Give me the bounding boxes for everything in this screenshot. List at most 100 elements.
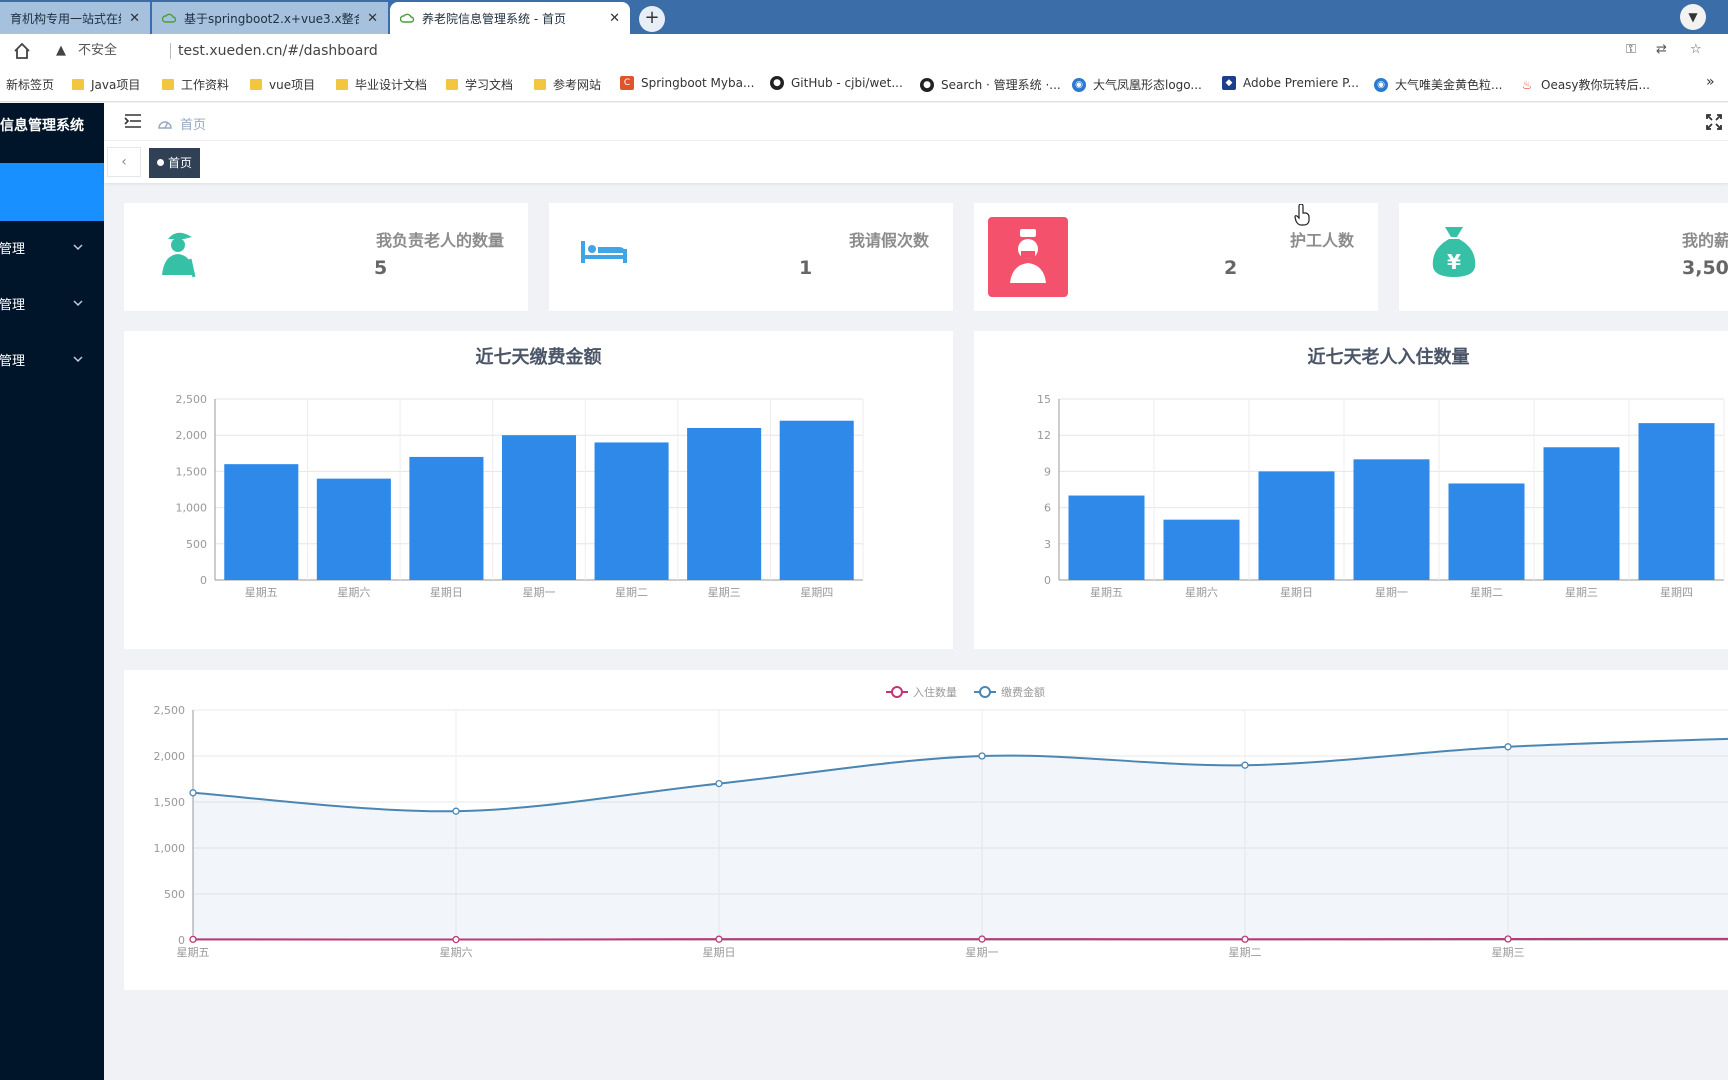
folder-icon — [162, 79, 174, 90]
bar — [224, 464, 299, 580]
bookmark-label: Oeasy教你玩转后... — [1541, 78, 1650, 92]
address-bar: ▲ 不安全 test.xueden.cn/#/dashboard ⚿ ⇄ ☆ — [0, 34, 1728, 68]
bookmark-item[interactable]: ● Search · 管理系统 ·... — [920, 76, 1061, 93]
bar — [501, 435, 577, 580]
y-tick-label: 1,000 — [154, 842, 186, 855]
browser-tab-strip: 育机构专用一站式在线 ✕ 基于springboot2.x+vue3.x整合 ✕ … — [0, 0, 1728, 34]
series-point — [1504, 743, 1512, 751]
x-tick-label: 星期三 — [1492, 946, 1525, 959]
bookmark-item[interactable]: ♨ Oeasy教你玩转后... — [1520, 76, 1650, 93]
browser-tab[interactable]: 基于springboot2.x+vue3.x整合 ✕ — [152, 2, 388, 34]
bookmarks-overflow-button[interactable]: » — [1706, 74, 1715, 90]
x-tick-label: 星期日 — [430, 586, 463, 599]
stat-value: 2 — [1224, 257, 1238, 279]
bar — [1448, 483, 1525, 580]
bookmark-label: Springboot Myba... — [641, 76, 755, 90]
sidebar-item-label: 资管理 — [0, 353, 26, 369]
key-icon[interactable]: ⚿ — [1626, 42, 1636, 57]
svg-text:¥: ¥ — [1447, 250, 1461, 274]
stat-label: 护工人数 — [1289, 231, 1354, 250]
divider — [170, 43, 171, 59]
folder-icon — [250, 79, 262, 90]
bookmark-label: Search · 管理系统 ·... — [941, 78, 1061, 92]
stat-card-elders[interactable]: 我负责老人的数量 5 — [124, 203, 528, 311]
x-tick-label: 星期五 — [245, 586, 278, 599]
bookmark-item[interactable]: 新标签页 — [6, 76, 54, 93]
browser-tab-active[interactable]: 养老院信息管理系统 - 首页 ✕ — [390, 2, 630, 34]
new-tab-button[interactable]: + — [639, 6, 665, 32]
x-tick-label: 星期六 — [440, 946, 473, 959]
y-tick-label: 2,000 — [154, 750, 186, 763]
bar — [687, 427, 762, 580]
fullscreen-icon[interactable] — [1706, 114, 1722, 130]
bookmark-label: Java项目 — [91, 78, 141, 92]
x-tick-label: 星期日 — [703, 946, 736, 959]
bookmark-label: 新标签页 — [6, 78, 55, 92]
x-tick-label: 星期二 — [1470, 586, 1503, 599]
chevron-down-icon — [73, 244, 83, 251]
tags-scroll-left-button[interactable]: ‹ — [107, 147, 141, 177]
profile-chevron-icon[interactable]: ▼ — [1680, 4, 1706, 30]
folder-icon — [336, 79, 348, 90]
github-icon: ● — [770, 76, 784, 90]
stat-card-nurses[interactable]: 护工人数 2 — [974, 203, 1378, 311]
x-tick-label: 星期五 — [1090, 586, 1123, 599]
close-icon[interactable]: ✕ — [609, 11, 620, 26]
bookmark-item[interactable]: ● GitHub - cjbi/wet... — [770, 76, 903, 90]
star-icon[interactable]: ☆ — [1690, 42, 1702, 57]
bookmark-folder[interactable]: vue项目 — [250, 76, 315, 93]
x-tick-label: 星期三 — [1565, 586, 1598, 599]
sidebar-item-label: 息管理 — [0, 297, 26, 313]
bookmark-folder[interactable]: 参考网站 — [534, 76, 601, 93]
stat-value: 1 — [799, 257, 813, 279]
sidebar-item-dashboard[interactable] — [0, 163, 104, 221]
close-icon[interactable]: ✕ — [129, 11, 140, 26]
url-field[interactable]: ▲ 不安全 test.xueden.cn/#/dashboard — [48, 37, 1718, 65]
x-tick-label: 星期四 — [800, 586, 833, 599]
sidebar-item-info[interactable]: 息管理 — [0, 235, 104, 259]
x-tick-label: 星期四 — [1660, 586, 1693, 599]
bookmark-item[interactable]: ◉ 大气凤凰形态logo... — [1072, 76, 1202, 93]
menu-fold-icon[interactable] — [124, 113, 142, 129]
chevron-down-icon — [73, 300, 83, 307]
sidebar-item-info-2[interactable]: 息管理 — [0, 291, 104, 315]
series-point — [1241, 761, 1249, 769]
dashboard-icon — [158, 120, 172, 129]
bookmark-item[interactable]: ◆ Adobe Premiere P... — [1222, 76, 1359, 90]
close-icon[interactable]: ✕ — [367, 11, 378, 26]
bar — [1163, 519, 1240, 580]
y-tick-label: 2,500 — [154, 704, 186, 717]
active-dot — [157, 159, 164, 166]
bar-chart-fee: 0 500 1,000 1,500 2,000 2,500 星期五 星期六 星期日 星期一 星期二 星… — [176, 393, 864, 599]
bookmark-folder[interactable]: 工作资料 — [162, 76, 229, 93]
series-point — [189, 789, 197, 797]
breadcrumb: 首页 — [158, 114, 206, 133]
x-tick-label: 星期二 — [615, 586, 648, 599]
stat-card-leave[interactable]: 我请假次数 1 — [549, 203, 953, 311]
bookmark-folder[interactable]: 学习文档 — [446, 76, 513, 93]
home-icon[interactable] — [12, 41, 32, 61]
bar-chart-checkin: 0 3 6 9 12 15 星期五 星期六 星期日 星期一 星期二 星期三 星期四 — [1037, 393, 1725, 599]
y-tick-label: 500 — [164, 888, 185, 901]
y-tick-label: 0 — [200, 574, 207, 587]
bookmark-folder[interactable]: 毕业设计文档 — [336, 76, 427, 93]
browser-tab[interactable]: 育机构专用一站式在线 ✕ — [0, 2, 150, 34]
elder-icon — [162, 232, 196, 278]
money-bag-icon: ¥ — [1432, 227, 1476, 277]
bookmark-label: 参考网站 — [553, 78, 602, 92]
x-tick-label: 星期六 — [1185, 586, 1218, 599]
tab-title: 育机构专用一站式在线 — [10, 11, 122, 26]
bookmark-item[interactable]: ◉ 大气唯美金黄色粒... — [1374, 76, 1502, 93]
bookmark-item[interactable]: C Springboot Myba... — [620, 76, 754, 90]
legend-marker-dot — [891, 686, 903, 698]
stat-value: 5 — [374, 257, 388, 279]
csdn-icon: C — [620, 76, 634, 90]
y-tick-label: 9 — [1044, 465, 1051, 478]
stat-card-salary[interactable]: ¥ 我的薪 3,500 — [1399, 203, 1728, 311]
top-navbar: 首页 — [104, 103, 1728, 141]
tags-view: ‹ 首页 — [104, 141, 1728, 183]
tag-home[interactable]: 首页 — [149, 148, 201, 178]
bookmark-folder[interactable]: Java项目 — [72, 76, 140, 93]
translate-icon[interactable]: ⇄ — [1656, 42, 1667, 57]
sidebar-item-assets[interactable]: 资管理 — [0, 347, 104, 371]
